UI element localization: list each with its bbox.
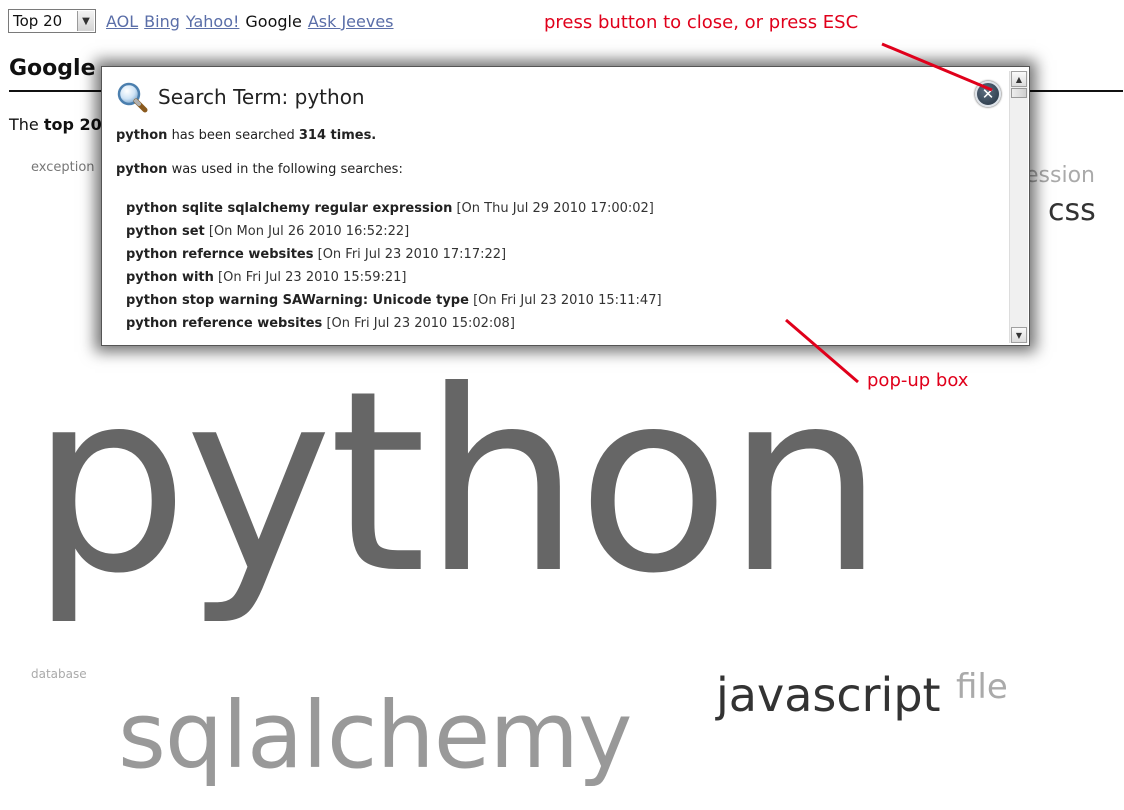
top-count-select[interactable]: Top 20 ▼ <box>8 9 96 33</box>
tag-file[interactable]: file <box>956 670 1008 704</box>
page-title: Google <box>9 56 96 81</box>
popup-scrollbar[interactable]: ▲ ▼ <box>1009 71 1028 343</box>
count-value: 314 times. <box>298 128 377 143</box>
tag-sqlalchemy[interactable]: sqlalchemy <box>118 690 632 782</box>
engine-link-ask-jeeves[interactable]: Ask Jeeves <box>308 12 394 31</box>
chevron-down-icon[interactable]: ▼ <box>77 11 94 31</box>
select-value: Top 20 <box>13 12 63 30</box>
used-in-line: python was used in the following searche… <box>116 162 403 177</box>
search-date: [On Fri Jul 23 2010 15:02:08] <box>326 316 515 331</box>
search-list: python sqlite sqlalchemy regular express… <box>126 197 662 335</box>
search-count-line: python has been searched 314 times. <box>116 128 376 143</box>
top-bar: Top 20 ▼ AOL Bing Yahoo! Google Ask Jeev… <box>8 8 394 34</box>
intro-prefix: The <box>9 115 44 134</box>
close-hint-annotation: press button to close, or press ESC <box>544 12 859 33</box>
tag-javascript[interactable]: javascript <box>716 672 941 718</box>
search-date: [On Fri Jul 23 2010 17:17:22] <box>317 247 507 262</box>
search-date: [On Fri Jul 23 2010 15:59:21] <box>218 270 407 285</box>
scroll-thumb[interactable] <box>1011 88 1027 98</box>
close-button[interactable]: ✕ <box>975 81 1001 107</box>
scroll-up-icon[interactable]: ▲ <box>1011 71 1027 87</box>
engine-list: AOL Bing Yahoo! Google Ask Jeeves <box>106 12 394 31</box>
popup-header: Search Term: python <box>116 81 365 113</box>
search-query: python with <box>126 270 214 285</box>
used-term: python <box>116 162 168 177</box>
search-query: python reference websites <box>126 316 323 331</box>
engine-current-google: Google <box>245 11 302 31</box>
engine-link-aol[interactable]: AOL <box>106 12 138 31</box>
search-query: python refernce websites <box>126 247 314 262</box>
search-date: [On Fri Jul 23 2010 15:11:47] <box>473 293 662 308</box>
search-query: python sqlite sqlalchemy regular express… <box>126 201 453 216</box>
popup-title: Search Term: python <box>158 85 365 109</box>
engine-link-bing[interactable]: Bing <box>144 12 180 31</box>
search-query: python stop warning SAWarning: Unicode t… <box>126 293 469 308</box>
tag-database[interactable]: database <box>31 668 87 680</box>
list-item: python reference websites [On Fri Jul 23… <box>126 312 662 335</box>
list-item: python with [On Fri Jul 23 2010 15:59:21… <box>126 266 662 289</box>
engine-link-yahoo[interactable]: Yahoo! <box>186 12 240 31</box>
list-item: python stop warning SAWarning: Unicode t… <box>126 289 662 312</box>
magnifier-icon <box>116 81 148 113</box>
used-tail: was used in the following searches: <box>167 162 403 177</box>
intro-bold: top 20 <box>43 115 102 134</box>
search-term-popup: Search Term: python ✕ python has been se… <box>101 66 1030 346</box>
popup-content: Search Term: python ✕ python has been se… <box>102 67 1009 345</box>
popup-label-annotation: pop-up box <box>867 370 969 391</box>
scroll-down-icon[interactable]: ▼ <box>1011 327 1027 343</box>
tag-exception[interactable]: exception <box>31 161 95 174</box>
tag-python[interactable]: python <box>30 358 885 608</box>
intro-text: The top 20 <box>9 115 102 134</box>
count-mid: has been searched <box>167 128 299 143</box>
search-date: [On Mon Jul 26 2010 16:52:22] <box>208 224 410 239</box>
list-item: python refernce websites [On Fri Jul 23 … <box>126 243 662 266</box>
list-item: python set [On Mon Jul 26 2010 16:52:22] <box>126 220 662 243</box>
search-date: [On Thu Jul 29 2010 17:00:02] <box>456 201 654 216</box>
tag-css[interactable]: css <box>1048 196 1096 226</box>
search-query: python set <box>126 224 205 239</box>
list-item: python sqlite sqlalchemy regular express… <box>126 197 662 220</box>
count-term: python <box>116 128 168 143</box>
